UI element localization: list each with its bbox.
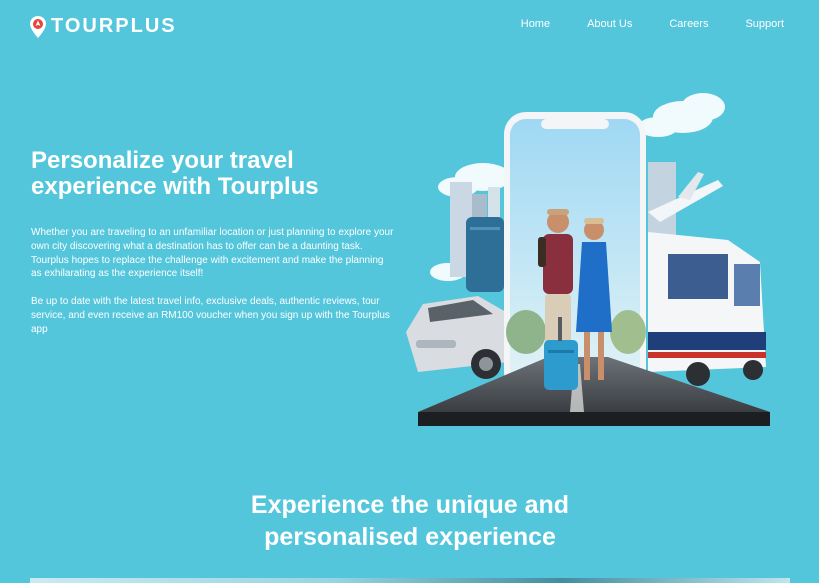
hero-paragraph-1: Whether you are traveling to an unfamili… — [31, 227, 394, 280]
nav-home[interactable]: Home — [521, 18, 550, 30]
bottom-image-strip — [30, 578, 790, 583]
nav-careers[interactable]: Careers — [669, 18, 708, 30]
logo[interactable]: TOURPLUS — [30, 15, 177, 38]
suitcase-left — [466, 217, 504, 292]
section-title-line-1: Experience the unique and — [250, 491, 570, 519]
section-title: Experience the unique and personalised e… — [200, 489, 620, 553]
hero-paragraph-2: Be up to date with the latest travel inf… — [31, 296, 390, 335]
nav-about-us[interactable]: About Us — [587, 18, 632, 30]
section-title-line-2: personalised experience — [264, 523, 556, 551]
logo-text: TOURPLUS — [51, 15, 177, 37]
main-nav: Home About Us Careers Support — [521, 18, 784, 30]
nav-support[interactable]: Support — [745, 18, 784, 30]
hero-title: Personalize your travel experience with … — [31, 148, 391, 200]
car-illustration — [406, 296, 508, 379]
hero-illustration — [406, 93, 770, 426]
bus-illustration — [648, 232, 766, 386]
site-header: TOURPLUS Home About Us Careers Support — [0, 0, 819, 56]
location-pin-icon — [30, 15, 46, 38]
landing-page: TOURPLUS Home About Us Careers Support P… — [0, 0, 819, 583]
hero-title-line-2: experience with Tourplus — [31, 173, 319, 200]
hero-title-line-1: Personalize your travel — [31, 147, 294, 174]
